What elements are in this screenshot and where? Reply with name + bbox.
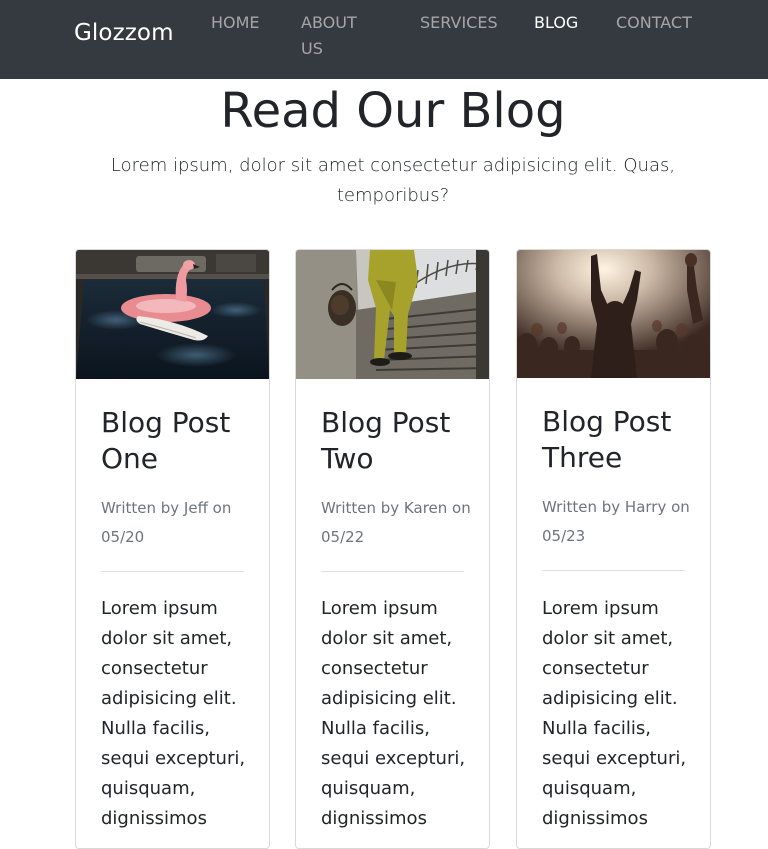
card-divider [542, 570, 685, 571]
card-title: Blog Post One [101, 406, 231, 475]
card-divider [101, 571, 244, 572]
card-title: Blog Post Two [321, 406, 451, 475]
pool-flamingo-float-photo [76, 250, 269, 379]
concert-crowd-photo [517, 250, 710, 378]
fashion-stairs-photo [296, 250, 489, 379]
brand-logo[interactable]: Glozzom [74, 20, 174, 46]
nav-link-blog[interactable]: BLOG [534, 10, 578, 36]
navbar: Glozzom HOME ABOUT US SERVICES BLOG CONT… [0, 0, 768, 79]
page-title: Read Our Blog [220, 83, 566, 139]
card-divider [321, 571, 464, 572]
nav-link-contact[interactable]: CONTACT [616, 10, 692, 36]
blog-card: Blog Post Three Written by Harry on 05/2… [516, 249, 711, 849]
card-title: Blog Post Three [542, 405, 672, 474]
card-meta: Written by Harry on 05/23 [542, 498, 690, 545]
nav-link-services[interactable]: SERVICES [420, 10, 498, 36]
blog-card: Blog Post Two Written by Karen on 05/22 … [295, 249, 490, 849]
card-excerpt: Lorem ipsum dolor sit amet, consectetur … [321, 598, 466, 829]
card-meta: Written by Jeff on 05/20 [101, 499, 232, 546]
nav-link-home[interactable]: HOME [211, 10, 260, 36]
page-lead-text: Lorem ipsum, dolor sit amet consectetur … [110, 155, 676, 206]
card-excerpt: Lorem ipsum dolor sit amet, consectetur … [542, 598, 687, 829]
blog-card: Blog Post One Written by Jeff on 05/20 L… [75, 249, 270, 849]
card-meta: Written by Karen on 05/22 [321, 499, 471, 546]
nav-link-about-us[interactable]: ABOUT US [301, 10, 371, 62]
card-excerpt: Lorem ipsum dolor sit amet, consectetur … [101, 598, 246, 829]
